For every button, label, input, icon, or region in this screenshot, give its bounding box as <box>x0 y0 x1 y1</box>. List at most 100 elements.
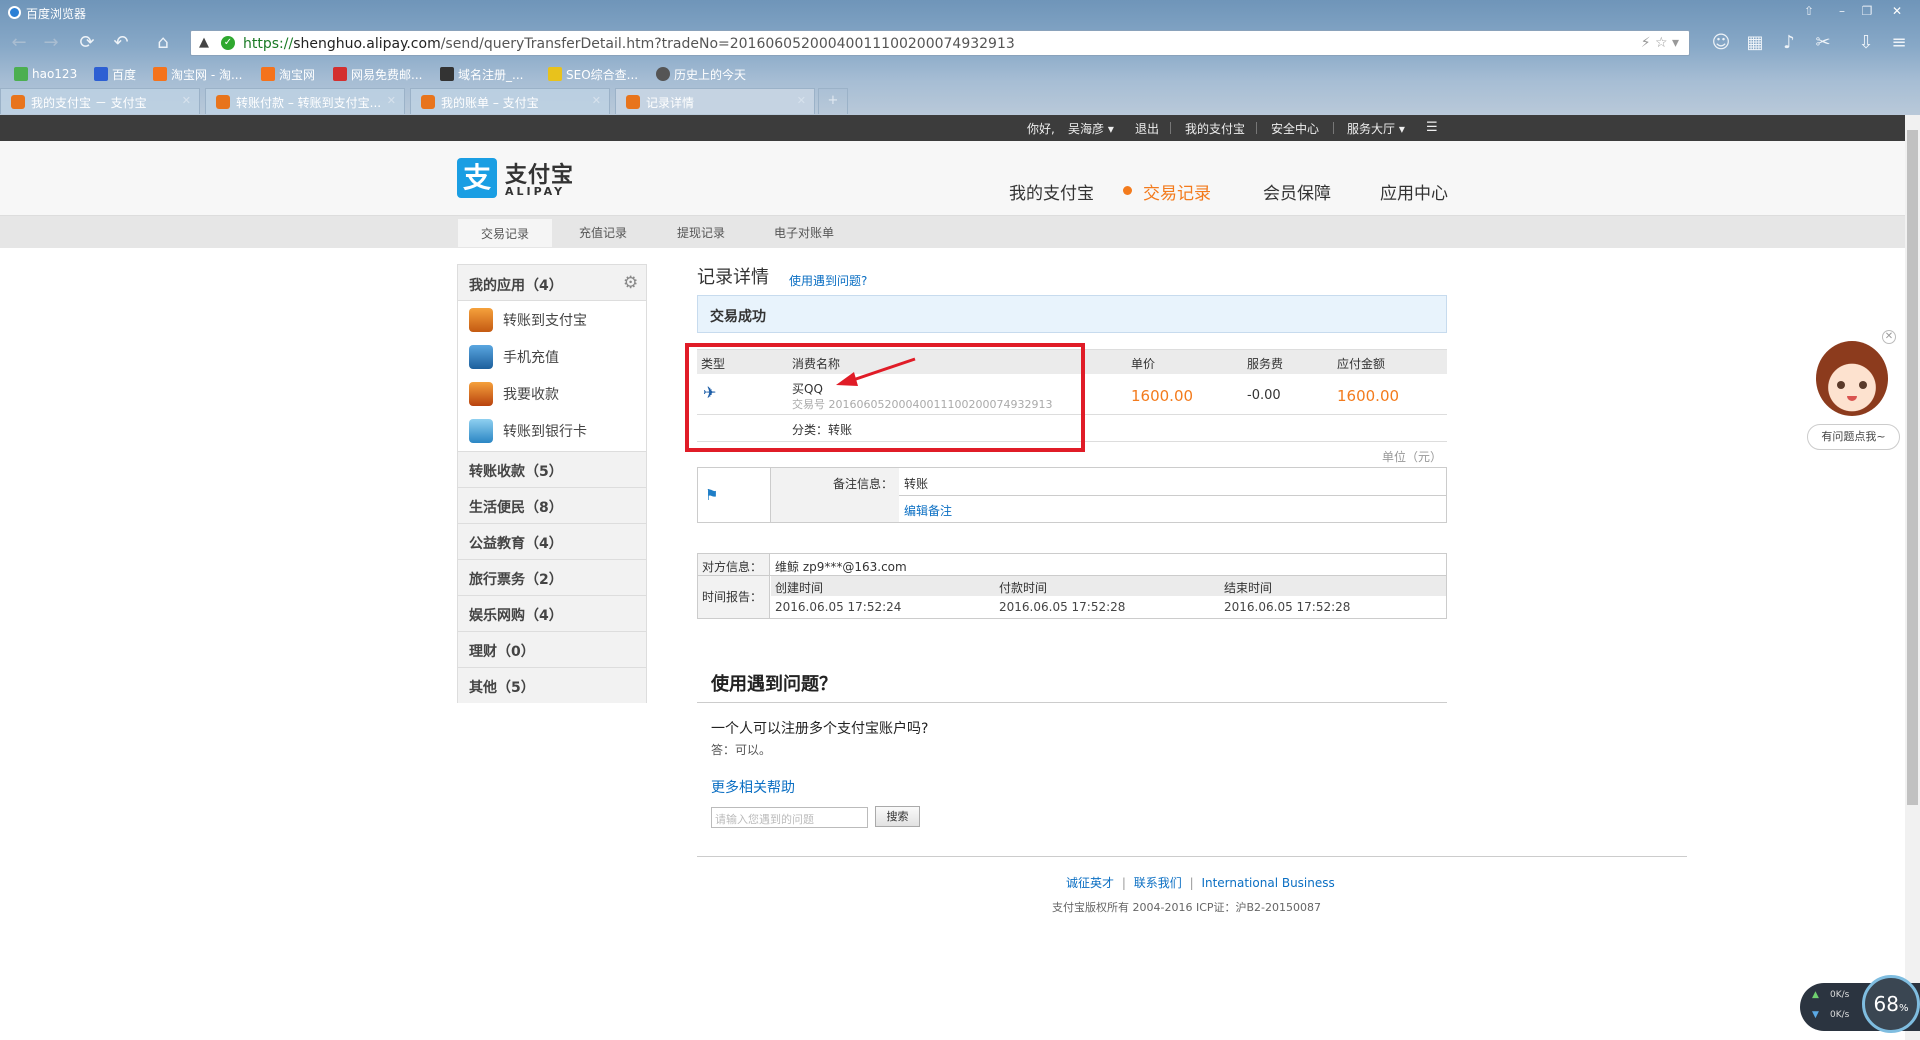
paid-time-header: 付款时间 <box>999 581 1048 595</box>
footer-link-contact[interactable]: 联系我们 <box>1134 876 1182 890</box>
scissors-icon[interactable]: ✂ <box>1812 32 1834 54</box>
created-time-header: 创建时间 <box>775 581 824 595</box>
forward-icon[interactable]: → <box>40 32 62 54</box>
faq-answer: 答：可以。 <box>711 743 772 757</box>
chat-icon[interactable]: ☺ <box>1710 32 1732 54</box>
refresh-icon[interactable]: ⟳ <box>76 32 98 54</box>
menu-icon[interactable]: ≡ <box>1888 32 1910 54</box>
sound-icon[interactable]: ♪ <box>1778 32 1800 54</box>
my-alipay-link[interactable]: 我的支付宝 <box>1185 120 1245 137</box>
nav-transactions[interactable]: 交易记录 <box>1143 179 1211 204</box>
remark-value: 转账 <box>904 477 929 491</box>
account-top-bar: 你好, 吴海彦 ▾ 退出 我的支付宝 安全中心 服务大厅 ▾ ☰ <box>0 115 1905 141</box>
back-icon[interactable]: ← <box>8 32 30 54</box>
bookmark-item[interactable]: 历史上的今天 <box>656 65 746 83</box>
logout-link[interactable]: 退出 <box>1135 120 1159 137</box>
gear-icon[interactable]: ⚙ <box>623 273 638 293</box>
category-transfer[interactable]: 转账收款（5） <box>458 451 646 487</box>
copyright: 支付宝版权所有 2004-2016 ICP证：沪B2-20150087 <box>1052 901 1322 914</box>
help-link[interactable]: 使用遇到问题? <box>789 272 867 289</box>
helper-button[interactable]: 有问题点我~ <box>1807 424 1900 450</box>
sub-navigation: 交易记录 充值记录 提现记录 电子对账单 <box>0 215 1905 248</box>
category-travel[interactable]: 旅行票务（2） <box>458 559 646 595</box>
bookmark-star-icon[interactable]: ⚡ ☆ ▾ <box>1641 35 1679 51</box>
transaction-info: 对方信息： 维鲸 zp9***@163.com 时间报告： 创建时间 付款时间 … <box>697 553 1447 619</box>
tab-close-icon[interactable]: ✕ <box>592 94 601 107</box>
red-arrow-icon <box>836 357 916 386</box>
nav-member-protection[interactable]: 会员保障 <box>1263 179 1331 204</box>
app-phone-recharge[interactable]: 手机充值 <box>469 342 639 372</box>
more-help-link[interactable]: 更多相关帮助 <box>711 777 795 797</box>
browser-tab[interactable]: 我的账单 – 支付宝 ✕ <box>410 88 610 114</box>
time-header-bg <box>771 576 1446 596</box>
browser-tab[interactable]: 我的支付宝 － 支付宝 ✕ <box>0 88 200 114</box>
end-time: 2016.06.05 17:52:28 <box>1224 600 1351 614</box>
category-finance[interactable]: 理财（0） <box>458 631 646 667</box>
bookmark-item[interactable]: hao123 <box>14 65 77 83</box>
browser-tab[interactable]: 转账付款 – 转账到支付宝... ✕ <box>205 88 405 114</box>
subnav-statements[interactable]: 电子对账单 <box>774 224 834 241</box>
app-transfer-alipay[interactable]: 转账到支付宝 <box>469 305 639 335</box>
logo-subtext: ALIPAY <box>505 185 566 198</box>
nav-my-alipay[interactable]: 我的支付宝 <box>1009 179 1094 204</box>
service-hall-menu[interactable]: 服务大厅 ▾ <box>1347 120 1405 137</box>
edit-remark-link[interactable]: 编辑备注 <box>904 502 952 519</box>
flag-icon[interactable]: ⚑ <box>705 486 718 504</box>
nav-app-center[interactable]: 应用中心 <box>1380 179 1448 204</box>
home-icon[interactable]: ⌂ <box>152 32 174 54</box>
remark-label: 备注信息： <box>833 477 894 491</box>
subnav-withdraw[interactable]: 提现记录 <box>677 224 725 241</box>
memory-usage-gauge[interactable]: 68% <box>1862 975 1920 1033</box>
helper-avatar[interactable] <box>1816 341 1888 416</box>
upload-speed: 0K/s <box>1830 990 1850 1000</box>
category-charity[interactable]: 公益教育（4） <box>458 523 646 559</box>
app-transfer-bank[interactable]: 转账到银行卡 <box>469 416 639 446</box>
category-life[interactable]: 生活便民（8） <box>458 487 646 523</box>
bookmark-icon <box>153 67 167 81</box>
tab-close-icon[interactable]: ✕ <box>387 94 396 107</box>
bookmark-item[interactable]: 域名注册_... <box>440 65 523 83</box>
bookmark-item[interactable]: 百度 <box>94 65 136 83</box>
created-time: 2016.06.05 17:52:24 <box>775 600 902 614</box>
list-menu-icon[interactable]: ☰ <box>1426 120 1438 135</box>
site-header: 支 支付宝 ALIPAY 我的支付宝 交易记录 会员保障 应用中心 <box>0 141 1905 215</box>
subnav-transactions[interactable]: 交易记录 <box>458 219 553 247</box>
bookmark-item[interactable]: SEO综合查... <box>548 65 638 83</box>
tab-strip: 我的支付宝 － 支付宝 ✕ 转账付款 – 转账到支付宝... ✕ 我的账单 – 支付… <box>0 88 1920 115</box>
maximize-icon[interactable]: ❐ <box>1858 4 1876 18</box>
subnav-recharge[interactable]: 充值记录 <box>579 224 627 241</box>
status-banner: 交易成功 <box>697 295 1447 333</box>
tab-close-icon[interactable]: ✕ <box>797 94 806 107</box>
address-bar[interactable]: ▲ ✓ https://shenghuo.alipay.com/send/que… <box>190 30 1690 56</box>
close-icon[interactable]: ✕ <box>1888 4 1906 18</box>
helper-close-icon[interactable]: ✕ <box>1882 330 1896 344</box>
security-center-link[interactable]: 安全中心 <box>1271 120 1319 137</box>
browser-tab-active[interactable]: 记录详情 ✕ <box>615 88 815 114</box>
skin-icon[interactable]: ⇧ <box>1800 4 1818 18</box>
bookmark-item[interactable]: 淘宝网 - 淘... <box>153 65 242 83</box>
tab-close-icon[interactable]: ✕ <box>182 94 191 107</box>
my-apps-header[interactable]: 我的应用（4） <box>458 265 646 301</box>
alipay-tab-icon <box>626 95 640 109</box>
app-receive-money[interactable]: 我要收款 <box>469 379 639 409</box>
username-menu[interactable]: 吴海彦 ▾ <box>1068 120 1114 137</box>
alipay-logo-icon[interactable]: 支 <box>457 158 497 198</box>
divider <box>899 495 1446 496</box>
bookmark-item[interactable]: 淘宝网 <box>261 65 315 83</box>
category-other[interactable]: 其他（5） <box>458 667 646 703</box>
faq-question[interactable]: 一个人可以注册多个支付宝账户吗? <box>711 718 928 738</box>
footer-link-careers[interactable]: 诚征英才 <box>1066 876 1114 890</box>
scrollbar-thumb[interactable] <box>1907 130 1918 805</box>
minimize-icon[interactable]: – <box>1833 4 1851 18</box>
footer-link-international[interactable]: International Business <box>1201 876 1334 890</box>
title-bar: 百度浏览器 ⇧ – ❐ ✕ <box>0 0 1920 26</box>
faq-search-button[interactable]: 搜索 <box>875 806 920 827</box>
download-icon[interactable]: ⇩ <box>1855 32 1877 54</box>
undo-icon[interactable]: ↶ <box>110 32 132 54</box>
bookmark-item[interactable]: 网易免费邮... <box>333 65 422 83</box>
faq-search-input[interactable]: 请输入您遇到的问题 <box>711 807 868 828</box>
greeting-text: 你好, <box>1027 122 1055 136</box>
apps-grid-icon[interactable]: ▦ <box>1744 32 1766 54</box>
category-entertainment[interactable]: 娱乐网购（4） <box>458 595 646 631</box>
new-tab-button[interactable]: + <box>818 88 848 114</box>
